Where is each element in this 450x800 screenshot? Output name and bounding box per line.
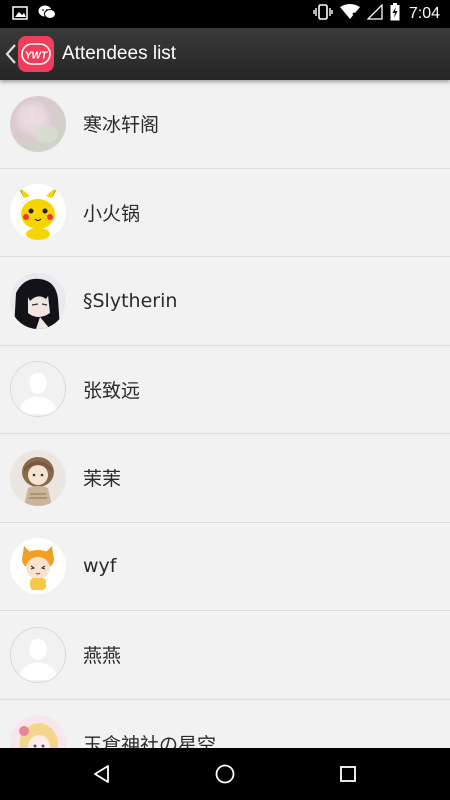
back-icon[interactable]	[82, 754, 122, 794]
doll-avatar	[10, 449, 66, 506]
list-item[interactable]: 寒冰轩阁	[0, 80, 450, 169]
attendee-name: 寒冰轩阁	[83, 114, 160, 137]
vibrate-icon	[313, 4, 333, 24]
status-time: 7:04	[408, 5, 440, 22]
anime-avatar	[10, 715, 66, 748]
default-avatar	[10, 361, 66, 418]
default-avatar	[10, 626, 66, 683]
cartoon-fox-avatar	[10, 538, 66, 595]
status-left	[0, 5, 56, 24]
attendee-name: 小火锅	[83, 202, 141, 225]
list-item[interactable]: 小火锅	[0, 169, 450, 257]
attendee-name: §Slytherin	[83, 289, 178, 312]
list-item[interactable]: 张致远	[0, 346, 450, 434]
attendee-name: 张致远	[83, 379, 141, 402]
list-item[interactable]: 茉茉	[0, 434, 450, 523]
home-icon[interactable]	[205, 754, 245, 794]
recents-icon[interactable]	[328, 754, 368, 794]
attendee-name: 茉茉	[83, 468, 122, 491]
photo-avatar	[10, 95, 66, 152]
list-item[interactable]: 玉倉神社の星空	[0, 700, 450, 748]
app-logo-text: YWT	[25, 51, 48, 62]
attendee-name: wyf	[83, 555, 117, 578]
wifi-icon	[339, 4, 360, 24]
app-logo[interactable]: YWT	[18, 36, 54, 72]
list-item[interactable]: 燕燕	[0, 611, 450, 700]
anime-girl-avatar	[10, 272, 66, 329]
list-item[interactable]: §Slytherin	[0, 257, 450, 346]
image-icon	[12, 5, 28, 24]
page-title: Attendees list	[62, 43, 177, 64]
wechat-icon	[38, 5, 56, 24]
status-right: 7:04	[313, 3, 450, 25]
battery-charging-icon	[390, 3, 400, 25]
attendees-list[interactable]: 寒冰轩阁 小火锅 §Slytherin 张致远 茉茉 wyf 燕燕 玉倉神社の星…	[0, 80, 450, 748]
attendee-name: 玉倉神社の星空	[83, 733, 217, 748]
list-item[interactable]: wyf	[0, 523, 450, 611]
back-chevron-icon[interactable]	[4, 28, 18, 80]
app-bar: YWT Attendees list	[0, 28, 450, 80]
pikachu-avatar	[10, 184, 66, 241]
status-bar: 7:04	[0, 0, 450, 28]
attendee-name: 燕燕	[83, 645, 122, 668]
navigation-bar	[0, 748, 450, 800]
no-signal-icon	[366, 3, 383, 24]
screen: 7:04 YWT Attendees list 寒冰轩阁 小火锅 §Slythe…	[0, 0, 450, 800]
